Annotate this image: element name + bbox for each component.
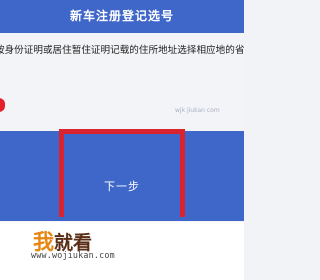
page-title: 新车注册登记选号 (69, 9, 174, 23)
header-bar: 新车注册登记选号 (0, 0, 244, 33)
logo-url: www.wojiukan.com (31, 250, 115, 260)
instruction-text: 按身份证明或居住暂住证明记载的住所地址选择相应地的省 (0, 45, 244, 56)
screen: 新车注册登记选号 按身份证明或居住暂住证明记载的住所地址选择相应地的省 wjk … (0, 0, 244, 280)
highlight-annotation (59, 129, 185, 217)
watermark-text: wjk jiukan com (175, 107, 220, 114)
red-marker (0, 98, 5, 112)
